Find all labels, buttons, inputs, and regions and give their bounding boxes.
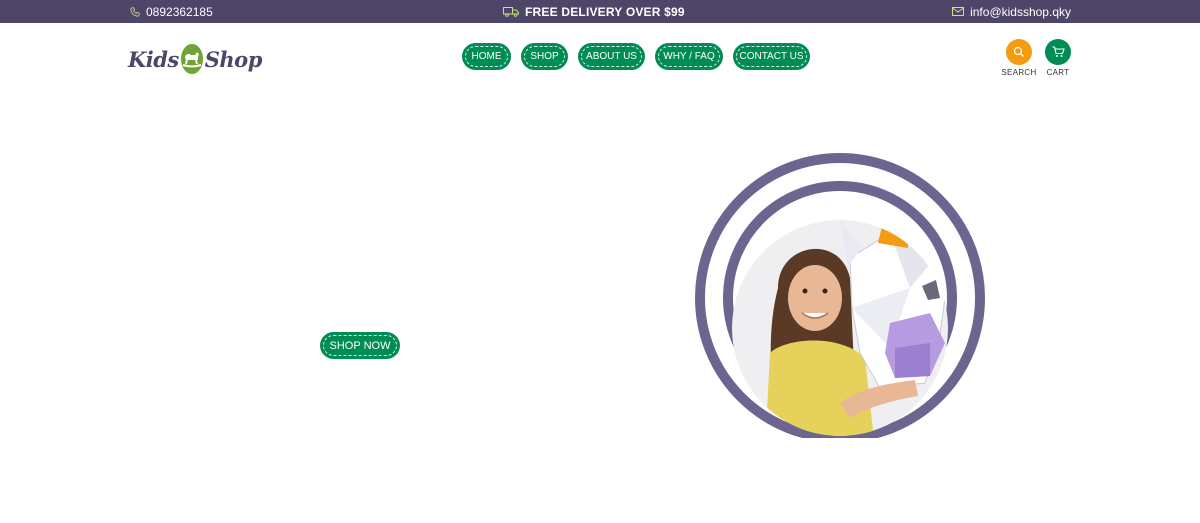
cart-icon	[1045, 39, 1071, 65]
logo-word-right: Shop	[204, 46, 263, 72]
phone-number: 0892362185	[146, 4, 213, 19]
nav-about-us[interactable]: ABOUT US	[578, 43, 645, 70]
phone-contact[interactable]: 0892362185	[130, 0, 213, 23]
nav-shop[interactable]: SHOP	[521, 43, 568, 70]
phone-icon	[130, 6, 140, 17]
main-navigation: HOME SHOP ABOUT US WHY / FAQ CONTACT US	[462, 43, 810, 70]
delivery-text: FREE DELIVERY OVER $99	[525, 4, 685, 19]
search-label: SEARCH	[1001, 68, 1037, 77]
email-address: info@kidsshop.qky	[970, 4, 1071, 19]
nav-home-label: HOME	[471, 51, 502, 62]
delivery-notice: FREE DELIVERY OVER $99	[503, 0, 685, 23]
shop-now-label: SHOP NOW	[329, 339, 391, 352]
hero-text-line-2: consequatur tempora! Possimus ipsum aut …	[200, 300, 520, 316]
nav-faq-label: WHY / FAQ	[663, 51, 715, 62]
cart-label: CART	[1046, 68, 1070, 77]
site-header: Kids Shop HOME SHOP ABOUT US WHY / FAQ C…	[0, 23, 1200, 108]
top-bar: 0892362185 FREE DELIVERY OVER $99 info@k…	[0, 0, 1200, 23]
site-logo[interactable]: Kids Shop	[128, 42, 262, 76]
search-icon	[1006, 39, 1032, 65]
rocking-horse-icon	[180, 44, 203, 74]
nav-home[interactable]: HOME	[462, 43, 511, 70]
truck-icon	[503, 6, 519, 17]
mail-icon	[952, 7, 965, 16]
hero-image	[695, 153, 985, 438]
nav-contact-us[interactable]: CONTACT US	[733, 43, 810, 70]
nav-why-faq[interactable]: WHY / FAQ	[655, 43, 723, 70]
nav-about-label: ABOUT US	[586, 51, 637, 62]
nav-contact-label: CONTACT US	[739, 51, 804, 62]
email-contact[interactable]: info@kidsshop.qky	[952, 0, 1071, 23]
hero-description: Lorem ipsum dolor sit amet consectetur a…	[150, 281, 570, 317]
hero-title: THE BEST ONLINE SHOP FOR KIDS	[178, 243, 542, 264]
cart-button[interactable]: CART	[1038, 39, 1078, 77]
hero-text-line-1: Lorem ipsum dolor sit amet consectetur a…	[170, 282, 550, 298]
nav-shop-label: SHOP	[530, 51, 559, 62]
logo-word-left: Kids	[128, 46, 179, 72]
shop-now-button[interactable]: SHOP NOW	[320, 332, 400, 359]
search-button[interactable]: SEARCH	[999, 39, 1039, 77]
